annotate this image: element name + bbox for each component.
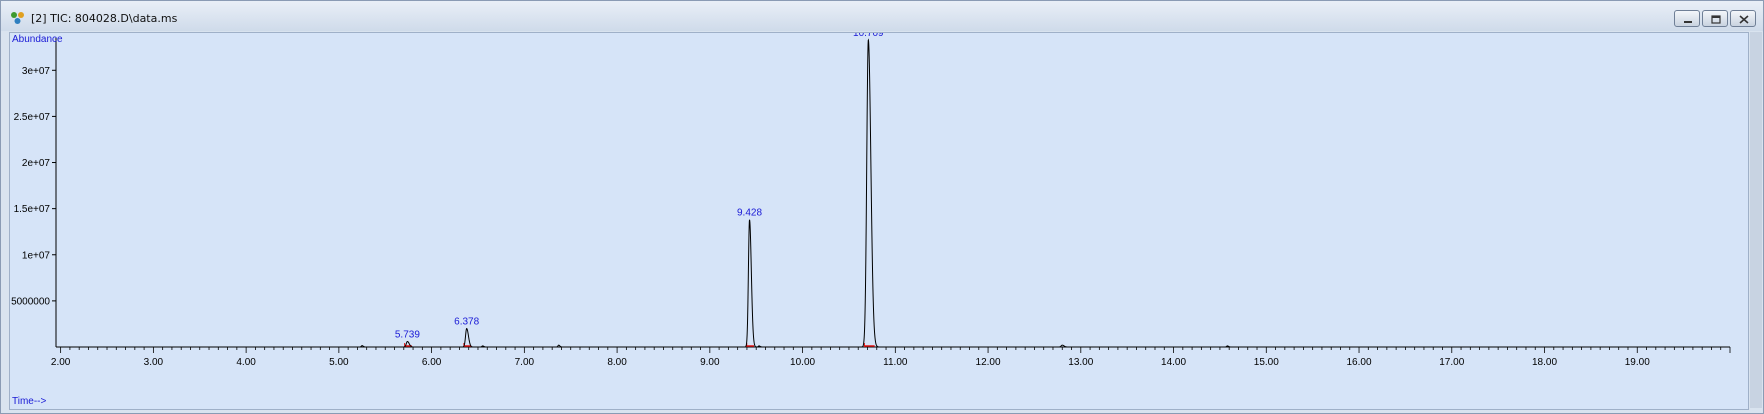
x-tick-label: 5.00 — [329, 357, 349, 368]
integration-marks — [404, 343, 875, 347]
tic-trace — [56, 38, 1730, 348]
title-bar[interactable]: [2] TIC: 804028.D\data.ms — [1, 1, 1763, 31]
x-tick-label: 12.00 — [976, 357, 1001, 368]
y-tick-label: 2e+07 — [22, 158, 51, 169]
chromatogram-plot: 5000000 1e+07 1.5e+07 2e+07 2.5e+07 3e+07 2.0… — [11, 33, 1731, 407]
x-tick-label: 2.00 — [51, 357, 71, 368]
axes — [55, 38, 1730, 348]
y-axis-label: Abundance — [12, 34, 63, 45]
x-tick-label: 17.00 — [1439, 357, 1464, 368]
close-icon — [1739, 15, 1749, 24]
peak-label: 9.428 — [737, 208, 762, 219]
y-tick-label: 5000000 — [11, 296, 50, 307]
x-tick-label: 19.00 — [1625, 357, 1650, 368]
x-tick-label: 15.00 — [1254, 357, 1279, 368]
minimize-button[interactable] — [1674, 10, 1700, 27]
peak-label: 5.739 — [395, 329, 420, 340]
x-tick-label: 13.00 — [1068, 357, 1093, 368]
chromatogram-window: [2] TIC: 804028.D\data.ms 5000000 1e+07 1.… — [0, 0, 1764, 414]
x-tick-label: 16.00 — [1347, 357, 1372, 368]
window-title: [2] TIC: 804028.D\data.ms — [31, 12, 178, 25]
restore-icon — [1711, 15, 1721, 24]
chromatogram-icon — [11, 12, 24, 24]
scroll-strip[interactable] — [1750, 32, 1762, 408]
x-axis-ticks: 2.00 3.00 4.00 5.00 6.00 7.00 8.00 9.00 10.00 11.… — [51, 347, 1731, 368]
close-button[interactable] — [1730, 10, 1756, 27]
x-tick-label: 6.00 — [422, 357, 442, 368]
plot-area[interactable]: 5000000 1e+07 1.5e+07 2e+07 2.5e+07 3e+07 2.0… — [9, 32, 1749, 410]
peak-label: 6.378 — [454, 317, 479, 328]
y-axis-ticks: 5000000 1e+07 1.5e+07 2e+07 2.5e+07 3e+07 — [11, 66, 56, 307]
x-tick-label: 11.00 — [883, 357, 908, 368]
x-axis-label: Time--> — [12, 396, 47, 407]
y-tick-label: 1.5e+07 — [14, 204, 51, 215]
peak-label: 10.709 — [853, 33, 884, 39]
minimize-icon — [1684, 21, 1692, 23]
restore-button[interactable] — [1702, 10, 1728, 27]
x-tick-label: 7.00 — [515, 357, 535, 368]
x-tick-label: 8.00 — [607, 357, 627, 368]
x-tick-label: 10.00 — [790, 357, 815, 368]
x-tick-label: 14.00 — [1161, 357, 1186, 368]
peak-labels: 5.739 6.378 9.428 10.709 — [395, 33, 884, 340]
x-tick-label: 18.00 — [1532, 357, 1557, 368]
y-tick-label: 1e+07 — [22, 250, 51, 261]
x-tick-label: 3.00 — [144, 357, 164, 368]
x-tick-label: 9.00 — [700, 357, 720, 368]
y-tick-label: 3e+07 — [22, 66, 51, 77]
x-tick-label: 4.00 — [236, 357, 256, 368]
y-tick-label: 2.5e+07 — [14, 112, 51, 123]
